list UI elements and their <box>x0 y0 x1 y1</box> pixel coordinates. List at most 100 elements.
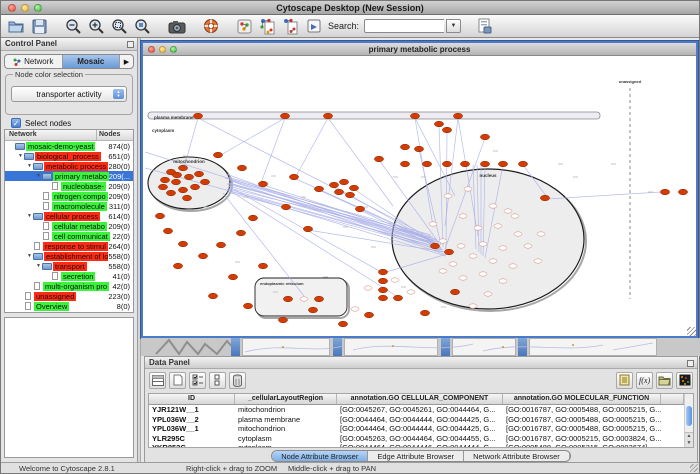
table-cell[interactable]: mitochondrion <box>235 405 337 415</box>
table-cell[interactable]: YLR295C <box>149 434 235 444</box>
tree-row[interactable]: ▼ multi-organism pro 42(0) <box>5 281 133 291</box>
table-cell[interactable]: cytoplasm <box>235 434 337 444</box>
network-node[interactable] <box>248 215 257 221</box>
network-node[interactable] <box>178 187 187 193</box>
import-network-icon[interactable] <box>257 16 278 36</box>
network-node[interactable] <box>449 262 457 266</box>
network-node[interactable] <box>289 174 298 180</box>
background-window-frame[interactable] <box>231 338 240 356</box>
window-resize-grip[interactable] <box>687 327 696 336</box>
network-node[interactable] <box>237 165 246 171</box>
table-row[interactable]: YPL036W__2plasma membrane[GO:0044464, GO… <box>149 415 684 425</box>
network-node[interactable] <box>374 156 383 162</box>
table-cell[interactable]: [GO:0016787, GO:0005488, GO:0005215, G..… <box>503 405 661 415</box>
network-node[interactable] <box>190 184 199 190</box>
table-cell[interactable] <box>661 443 684 448</box>
tree-row[interactable]: ▼ nitrogen compo 209(0) <box>5 191 133 201</box>
tree-row[interactable]: ▼ nucleobase- 209(0) <box>5 181 133 191</box>
zoom-selected-icon[interactable] <box>132 16 153 36</box>
zoom-button[interactable] <box>34 4 42 12</box>
expand-arrow-icon[interactable]: ▼ <box>26 253 33 259</box>
network-svg[interactable]: plasma membranecytoplasmmitochondrionnuc… <box>143 56 696 336</box>
network-node[interactable] <box>178 241 187 247</box>
network-node[interactable] <box>414 146 423 152</box>
table-cell[interactable]: mitochondrion <box>235 424 337 434</box>
tree-row[interactable]: ▼ response to stimul 264(0) <box>5 241 133 251</box>
tree-row[interactable]: ▼ metabolic process 280(0) <box>5 161 133 171</box>
network-node[interactable] <box>364 312 373 318</box>
network-node[interactable] <box>193 113 202 119</box>
network-node[interactable] <box>540 195 549 201</box>
network-node[interactable] <box>400 144 409 150</box>
table-cell[interactable]: [GO:0044464, GO:0044446, GO:0044444, G..… <box>337 443 503 448</box>
network-node[interactable] <box>410 113 419 119</box>
network-node[interactable] <box>314 186 323 192</box>
network-node[interactable] <box>364 286 372 290</box>
network-node[interactable] <box>349 185 358 191</box>
network-node[interactable] <box>280 113 289 119</box>
network-node[interactable] <box>303 226 312 232</box>
import-attributes-icon[interactable] <box>474 16 495 36</box>
attribute-browser-tab[interactable]: Network Attribute Browser <box>464 451 570 461</box>
network-node[interactable] <box>439 239 447 243</box>
plasma-membrane-region[interactable] <box>148 112 600 119</box>
tree-row[interactable]: ▼ macromolecule 311(0) <box>5 201 133 211</box>
table-cell[interactable]: YJR121W__1 <box>149 405 235 415</box>
table-cell[interactable]: YPL036W__2 <box>149 415 235 425</box>
tree-row[interactable]: ▼ mosaic-demo-yeast 874(0) <box>5 141 133 151</box>
column-header-region[interactable]: _cellularLayoutRegion <box>235 394 337 404</box>
select-nodes-checkbox[interactable]: ✓ <box>11 118 21 128</box>
network-node[interactable] <box>314 296 323 302</box>
network-node[interactable] <box>178 165 187 171</box>
mitochondrion-region[interactable] <box>148 157 230 209</box>
network-node[interactable] <box>439 269 447 273</box>
network-node[interactable] <box>393 295 402 301</box>
notepad-icon[interactable] <box>616 372 633 389</box>
network-node[interactable] <box>464 187 472 191</box>
table-cell[interactable]: YKR052C <box>149 443 235 448</box>
new-attribute-button[interactable] <box>169 372 186 389</box>
network-node[interactable] <box>442 161 451 167</box>
table-scrollbar[interactable]: ▲▼ <box>684 394 693 447</box>
tree-column-network[interactable]: Network <box>5 130 97 140</box>
network-node[interactable] <box>524 244 532 248</box>
table-row[interactable]: YLR295Ccytoplasm[GO:0045263, GO:0044464,… <box>149 434 684 444</box>
network-node[interactable] <box>391 278 399 282</box>
network-node[interactable] <box>459 214 467 218</box>
function-builder-icon[interactable]: f(x) <box>636 372 653 389</box>
table-row[interactable]: YJR121W__1mitochondrion[GO:0045267, GO:0… <box>149 405 684 415</box>
network-minimize-button[interactable] <box>159 46 166 53</box>
expand-arrow-icon[interactable]: ▼ <box>35 263 42 269</box>
network-node[interactable] <box>678 189 687 195</box>
network-node[interactable] <box>378 287 387 293</box>
search-input[interactable] <box>364 19 444 33</box>
network-node[interactable] <box>351 307 359 311</box>
tree-column-nodes[interactable]: Nodes <box>97 130 133 140</box>
table-cell[interactable] <box>661 415 684 425</box>
tree-row[interactable]: ▼ secretion 41(0) <box>5 271 133 281</box>
network-node[interactable] <box>420 310 429 316</box>
network-node[interactable] <box>429 222 437 226</box>
table-cell[interactable]: [GO:0044464, GO:0044444, GO:0044425, G..… <box>337 415 503 425</box>
network-node[interactable] <box>459 276 467 280</box>
network-close-button[interactable] <box>148 46 155 53</box>
network-node[interactable] <box>457 244 465 248</box>
network-node[interactable] <box>518 161 527 167</box>
network-node[interactable] <box>184 174 193 180</box>
zoom-in-icon[interactable] <box>86 16 107 36</box>
tree-row[interactable]: ▼ transport 558(0) <box>5 261 133 271</box>
network-node[interactable] <box>499 279 507 283</box>
table-cell[interactable]: [GO:0016787, GO:0005488, GO:0005215, G..… <box>503 424 661 434</box>
network-node[interactable] <box>434 121 443 127</box>
network-node[interactable] <box>208 293 217 299</box>
network-zoom-button[interactable] <box>170 46 177 53</box>
tree-row[interactable]: ▼ establishment of lo 558(0) <box>5 251 133 261</box>
network-node[interactable] <box>450 289 459 295</box>
tab-overflow-arrow-icon[interactable]: ▶ <box>120 55 133 68</box>
table-cell[interactable]: [GO:0005488, GO:0005215, GO:0003674] <box>503 443 661 448</box>
table-cell[interactable] <box>661 434 684 444</box>
network-canvas[interactable]: plasma membranecytoplasmmitochondrionnuc… <box>143 56 696 336</box>
network-node[interactable] <box>479 272 487 276</box>
network-node[interactable] <box>484 292 492 296</box>
network-node[interactable] <box>323 113 332 119</box>
